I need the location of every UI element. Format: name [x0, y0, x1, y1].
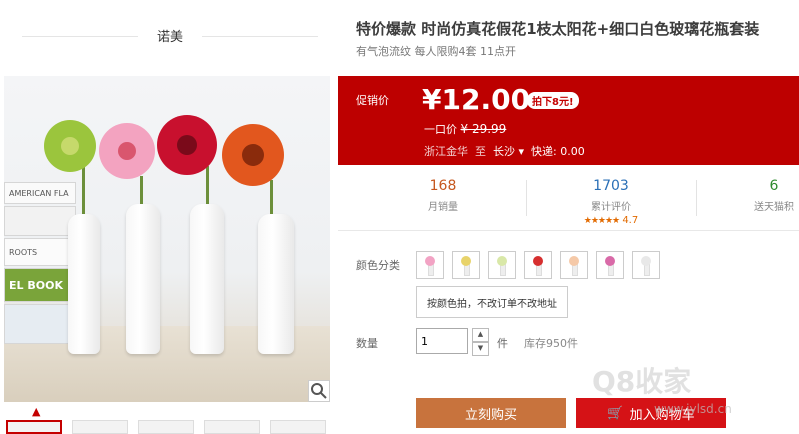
stat-reviews[interactable]: 1703 累计评价 ★★★★★ 4.7: [566, 178, 656, 226]
color-option-label: 颜色分类: [356, 259, 400, 272]
rating-stars-icon: ★★★★★: [583, 216, 620, 226]
quantity-decrease-icon[interactable]: ▼: [472, 342, 489, 356]
vase-1: [68, 214, 100, 354]
ship-to-select[interactable]: 长沙: [493, 145, 515, 158]
color-option-tip[interactable]: 按颜色拍，不改订单不改地址: [416, 286, 568, 318]
stat-value: 6: [769, 178, 779, 194]
discount-badge: 拍下8元!: [527, 92, 579, 109]
color-swatch[interactable]: [524, 251, 552, 279]
watermark-url: www.jylsd.cn: [654, 402, 732, 416]
promo-price: ¥12.00: [422, 83, 531, 116]
original-price: 一口价 ¥ 29.99: [424, 121, 506, 137]
flower-red: [157, 115, 217, 175]
chevron-up-icon[interactable]: ▲: [32, 405, 40, 418]
flower-pink: [99, 123, 155, 179]
price-panel: 促销价 ¥12.00 拍下8元! 一口价 ¥ 29.99 浙江金华 至 长沙 ▾…: [338, 76, 799, 165]
book-2: [4, 206, 76, 236]
stat-monthly-sales: 168 月销量: [408, 178, 478, 213]
original-price-label: 一口价: [424, 123, 457, 136]
book-1: AMERICAN FLA: [4, 182, 76, 204]
store-name[interactable]: 诺美: [138, 26, 202, 45]
quantity-input[interactable]: [416, 328, 468, 354]
quantity-increase-icon[interactable]: ▲: [472, 328, 489, 342]
vase-4: [258, 214, 294, 354]
stat-label: 累计评价: [591, 202, 631, 213]
shipping-info: 浙江金华 至 长沙 ▾ 快递: 0.00: [424, 143, 585, 159]
chevron-down-icon[interactable]: ▾: [519, 145, 525, 158]
product-gallery: 诺美 AMERICAN FLA ROOTS EL BOOK ▲: [0, 0, 340, 434]
rating-row: ★★★★★ 4.7: [566, 215, 656, 226]
watermark: Q8收家: [592, 365, 692, 398]
color-swatch[interactable]: [488, 251, 516, 279]
rating-score: 4.7: [622, 215, 639, 226]
ship-from: 浙江金华: [424, 145, 468, 158]
promo-price-label: 促销价: [356, 94, 389, 107]
book-4: EL BOOK: [4, 268, 76, 302]
book-3: ROOTS: [4, 238, 76, 266]
express-fee: 快递: 0.00: [531, 145, 585, 158]
quantity-label: 数量: [356, 337, 378, 350]
stat-label: 月销量: [428, 202, 458, 213]
stat-divider: [526, 180, 527, 216]
original-price-amount: ¥ 29.99: [460, 122, 507, 136]
books-stack: AMERICAN FLA ROOTS EL BOOK: [4, 182, 76, 344]
color-swatch[interactable]: [560, 251, 588, 279]
vase-2: [126, 204, 160, 354]
stat-points: 6 送天猫积: [734, 178, 799, 213]
vase-3: [190, 204, 224, 354]
product-title: 特价爆款 时尚仿真花假花1枝太阳花+细口白色玻璃花瓶套装: [356, 20, 760, 38]
color-swatch[interactable]: [452, 251, 480, 279]
color-swatch[interactable]: [596, 251, 624, 279]
stat-value: 1703: [593, 178, 629, 194]
quantity-unit: 件: [497, 337, 508, 350]
flower-orange: [222, 124, 284, 186]
book-5: [4, 304, 76, 344]
color-swatch[interactable]: [416, 251, 444, 279]
product-subtitle: 有气泡流纹 每人限购4套 11点开: [356, 45, 516, 58]
cart-icon: 🛒: [607, 405, 624, 421]
buy-now-button[interactable]: 立刻购买: [416, 398, 566, 428]
zoom-icon[interactable]: [308, 380, 330, 402]
stat-value: 168: [429, 178, 457, 194]
flower-green: [44, 120, 96, 172]
stat-label: 送天猫积: [754, 202, 794, 213]
stock-count: 库存950件: [524, 337, 578, 350]
color-swatch[interactable]: [632, 251, 660, 279]
main-product-image[interactable]: AMERICAN FLA ROOTS EL BOOK: [4, 76, 330, 402]
stats-bar: 168 月销量 1703 累计评价 ★★★★★ 4.7 6 送天猫积: [338, 172, 799, 231]
stat-divider: [696, 180, 697, 216]
ship-to-word: 至: [475, 145, 486, 158]
